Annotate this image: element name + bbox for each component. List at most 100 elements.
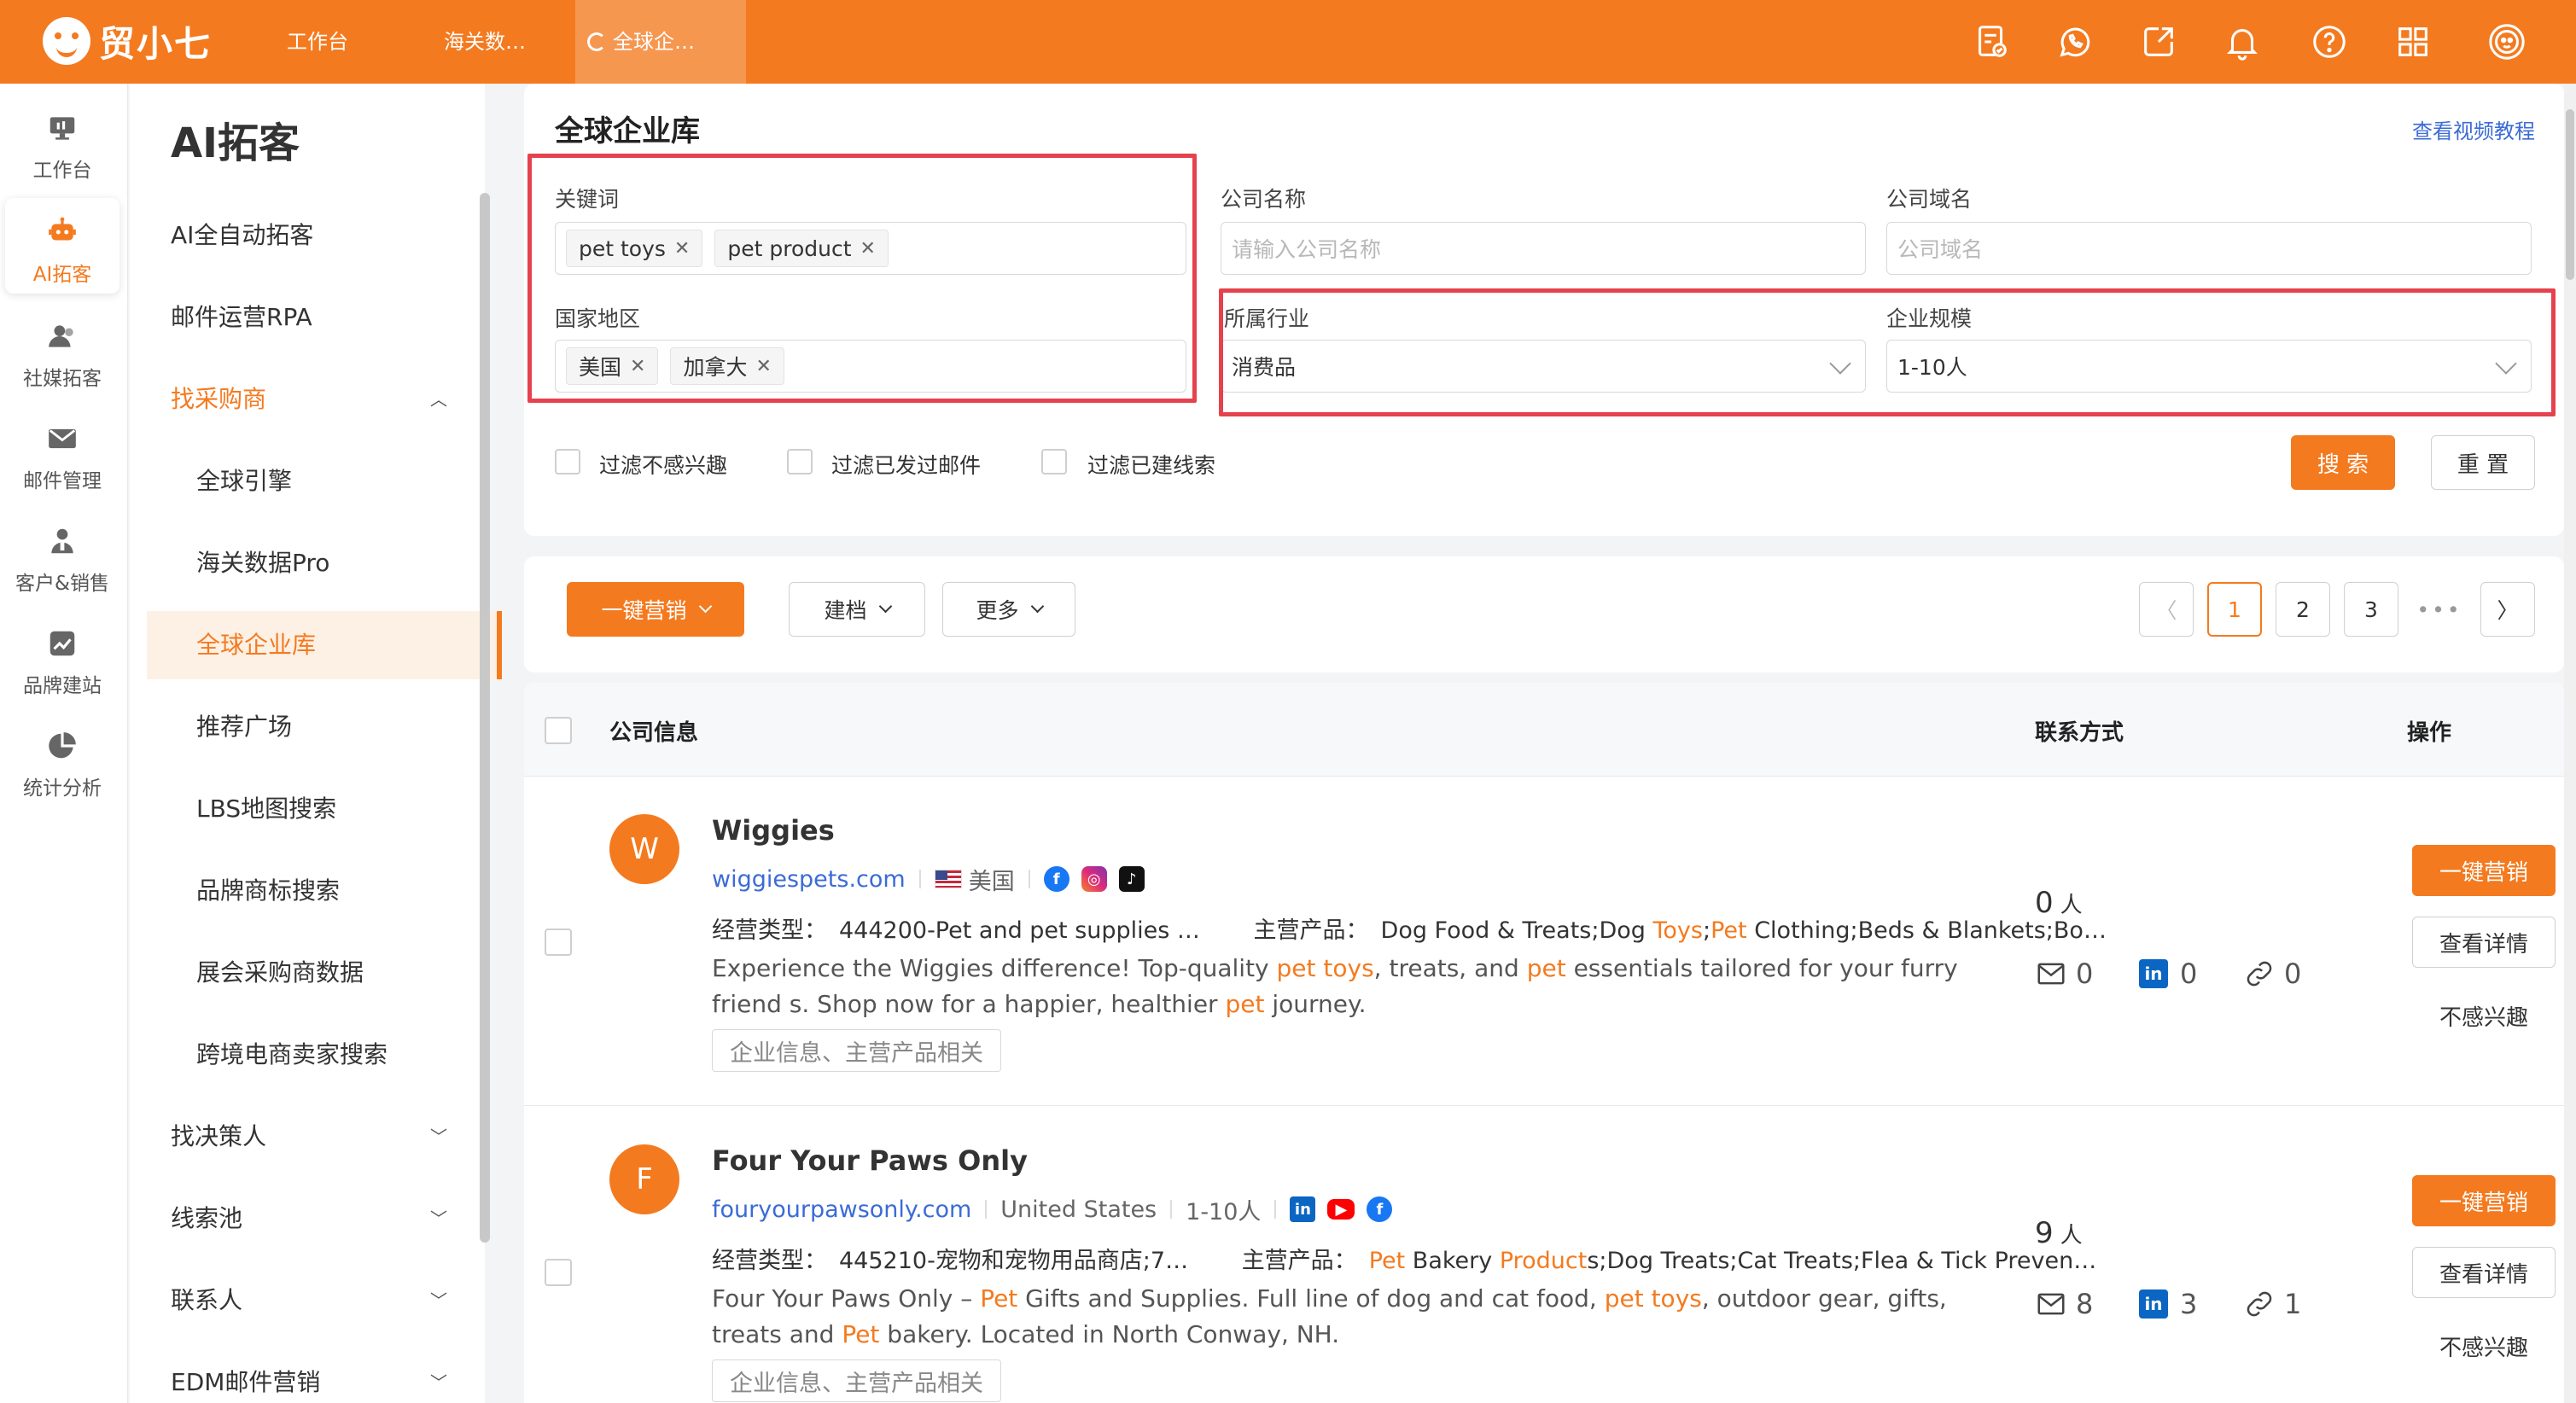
sidebar-item-lbs-map[interactable]: LBS地图搜索: [130, 775, 480, 843]
bell-icon[interactable]: [2219, 19, 2265, 65]
sidebar-item-recommend[interactable]: 推荐广场: [130, 693, 480, 761]
sidebar-item-ai-auto[interactable]: AI全自动拓客: [130, 201, 480, 270]
email-count[interactable]: 8: [2035, 1288, 2093, 1320]
company-country: 美国: [968, 868, 1015, 895]
company-domain[interactable]: wiggiespets.com: [712, 866, 906, 893]
linkedin-count-value: 3: [2180, 1288, 2198, 1320]
archive-button[interactable]: 建档: [789, 582, 925, 637]
export-icon[interactable]: [2136, 19, 2182, 65]
reset-button[interactable]: 重 置: [2431, 435, 2535, 490]
mail-icon: [5, 416, 119, 461]
rail-item-ai-prospecting[interactable]: AI拓客: [5, 198, 119, 294]
sidebar-item-email-rpa[interactable]: 邮件运营RPA: [130, 283, 480, 352]
sidebar-group-decision-makers[interactable]: 找决策人 ﹀: [130, 1103, 480, 1171]
prev-page-button[interactable]: 〈: [2139, 582, 2194, 637]
sidebar-item-exhibition[interactable]: 展会采购商数据: [130, 939, 480, 1007]
desc-text: journey.: [1264, 990, 1367, 1018]
video-tutorial-link[interactable]: 查看视频教程: [2412, 114, 2535, 144]
domain-input[interactable]: 公司域名: [1886, 222, 2532, 275]
filter-not-interested-checkbox[interactable]: [555, 449, 580, 474]
rail-item-customers[interactable]: 客户&销售: [5, 507, 119, 603]
filter-leads-checkbox[interactable]: [1041, 449, 1067, 474]
link-count[interactable]: 1: [2243, 1288, 2301, 1320]
whatsapp-icon[interactable]: [2052, 19, 2098, 65]
row-marketing-button[interactable]: 一键营销: [2412, 845, 2556, 896]
sidebar-group-edm[interactable]: EDM邮件营销 ﹀: [130, 1348, 480, 1403]
search-panel: 全球企业库 查看视频教程 关键词 pet toys ✕ pet product ✕ …: [524, 84, 2564, 536]
company-domain[interactable]: fouryourpawsonly.com: [712, 1196, 971, 1223]
desc-text: Gifts and Supplies. Full line of dog and…: [1017, 1284, 1605, 1313]
col-action: 操作: [2407, 720, 2452, 746]
sidebar-scrollbar[interactable]: [480, 193, 490, 1243]
robot-icon: [5, 210, 119, 254]
sidebar: AI拓客 AI全自动拓客 邮件运营RPA 找采购商 ︿ 全球引擎 海关数据Pro …: [130, 84, 502, 1403]
user-avatar-icon[interactable]: [2484, 19, 2530, 65]
email-count[interactable]: 0: [2035, 958, 2093, 990]
filter-emailed-checkbox[interactable]: [787, 449, 813, 474]
rail-item-social[interactable]: 社媒拓客: [5, 302, 119, 398]
search-button[interactable]: 搜 索: [2291, 435, 2395, 490]
page-2-button[interactable]: 2: [2276, 582, 2330, 637]
rail-item-label: 社媒拓客: [23, 368, 102, 390]
rail-item-mail[interactable]: 邮件管理: [5, 405, 119, 500]
linkedin-count[interactable]: in 3: [2139, 1288, 2197, 1320]
linkedin-count[interactable]: in 0: [2139, 958, 2197, 990]
facebook-icon[interactable]: f: [1043, 866, 1069, 892]
sidebar-item-ecommerce[interactable]: 跨境电商卖家搜索: [130, 1021, 480, 1089]
row-detail-button[interactable]: 查看详情: [2412, 917, 2556, 968]
rail-item-workbench[interactable]: 工作台: [5, 94, 119, 189]
tab-global-enterprise[interactable]: 全球企…: [575, 0, 746, 84]
rail-item-statistics[interactable]: 统计分析: [5, 712, 119, 807]
tiktok-icon[interactable]: ♪: [1118, 866, 1145, 892]
chevron-down-icon: [1030, 599, 1044, 613]
more-button[interactable]: 更多: [942, 582, 1075, 637]
next-page-button[interactable]: 〉: [2480, 582, 2535, 637]
task-check-icon[interactable]: [1968, 19, 2014, 65]
row-not-interested-link[interactable]: 不感兴趣: [2412, 1000, 2556, 1032]
sidebar-item-global-enterprise[interactable]: 全球企业库: [147, 611, 502, 679]
linkedin-icon[interactable]: in: [1290, 1196, 1316, 1222]
bulk-marketing-button[interactable]: 一键营销: [567, 582, 744, 637]
facebook-icon[interactable]: f: [1367, 1196, 1393, 1222]
company-name[interactable]: Four Your Paws Only: [712, 1144, 1028, 1177]
main-scrollbar[interactable]: [2564, 84, 2576, 1403]
page-3-button[interactable]: 3: [2344, 582, 2398, 637]
youtube-icon[interactable]: ▶: [1327, 1199, 1355, 1220]
tab-global-enterprise-label: 全球企…: [613, 30, 695, 54]
linkedin-icon: in: [2139, 1289, 2168, 1319]
results-table: 公司信息 联系方式 操作 W Wiggies wiggiespets.com 美…: [524, 683, 2564, 1403]
apps-grid-icon[interactable]: [2390, 19, 2436, 65]
sidebar-item-global-engine[interactable]: 全球引擎: [130, 447, 480, 515]
company-avatar: F: [609, 1144, 679, 1214]
app-logo[interactable]: 贸小七: [43, 14, 212, 68]
sidebar-item-trademark[interactable]: 品牌商标搜索: [130, 857, 480, 925]
sidebar-group-find-buyers[interactable]: 找采购商 ︿: [130, 365, 480, 434]
link-count[interactable]: 0: [2243, 958, 2301, 990]
company-name[interactable]: Wiggies: [712, 814, 835, 847]
keyword-highlight: pet toys: [1604, 1284, 1702, 1313]
icon-rail: 工作台 AI拓客 社媒拓客 邮件管理 客户&销售 品牌建站 统计分析: [0, 84, 128, 1403]
page-title: 全球企业库: [555, 114, 700, 148]
row-checkbox[interactable]: [545, 1259, 572, 1286]
brand-name: 贸小七: [99, 22, 213, 65]
pie-icon: [5, 724, 119, 768]
more-pages-ellipsis[interactable]: •••: [2412, 582, 2467, 637]
chevron-down-icon: [698, 599, 712, 613]
row-checkbox[interactable]: [545, 929, 572, 956]
tab-customs-data[interactable]: 海关数…: [418, 0, 551, 84]
row-marketing-button[interactable]: 一键营销: [2412, 1175, 2556, 1226]
rail-item-brand-site[interactable]: 品牌建站: [5, 609, 119, 705]
keyword-highlight: Pet: [842, 1320, 880, 1348]
main-products-value: Pet Bakery Products;Dog Treats;Cat Treat…: [1369, 1248, 2097, 1274]
company-name-input[interactable]: 请输入公司名称: [1221, 222, 1866, 275]
sidebar-group-contacts[interactable]: 联系人 ﹀: [130, 1266, 480, 1335]
row-not-interested-link[interactable]: 不感兴趣: [2412, 1330, 2556, 1362]
tab-workbench[interactable]: 工作台: [261, 0, 374, 84]
help-icon[interactable]: [2306, 19, 2352, 65]
select-all-checkbox[interactable]: [545, 717, 572, 744]
instagram-icon[interactable]: ◎: [1081, 866, 1107, 892]
sidebar-group-lead-pool[interactable]: 线索池 ﹀: [130, 1185, 480, 1253]
row-detail-button[interactable]: 查看详情: [2412, 1247, 2556, 1298]
sidebar-item-customs-pro[interactable]: 海关数据Pro: [130, 529, 480, 597]
page-1-button[interactable]: 1: [2207, 582, 2262, 637]
